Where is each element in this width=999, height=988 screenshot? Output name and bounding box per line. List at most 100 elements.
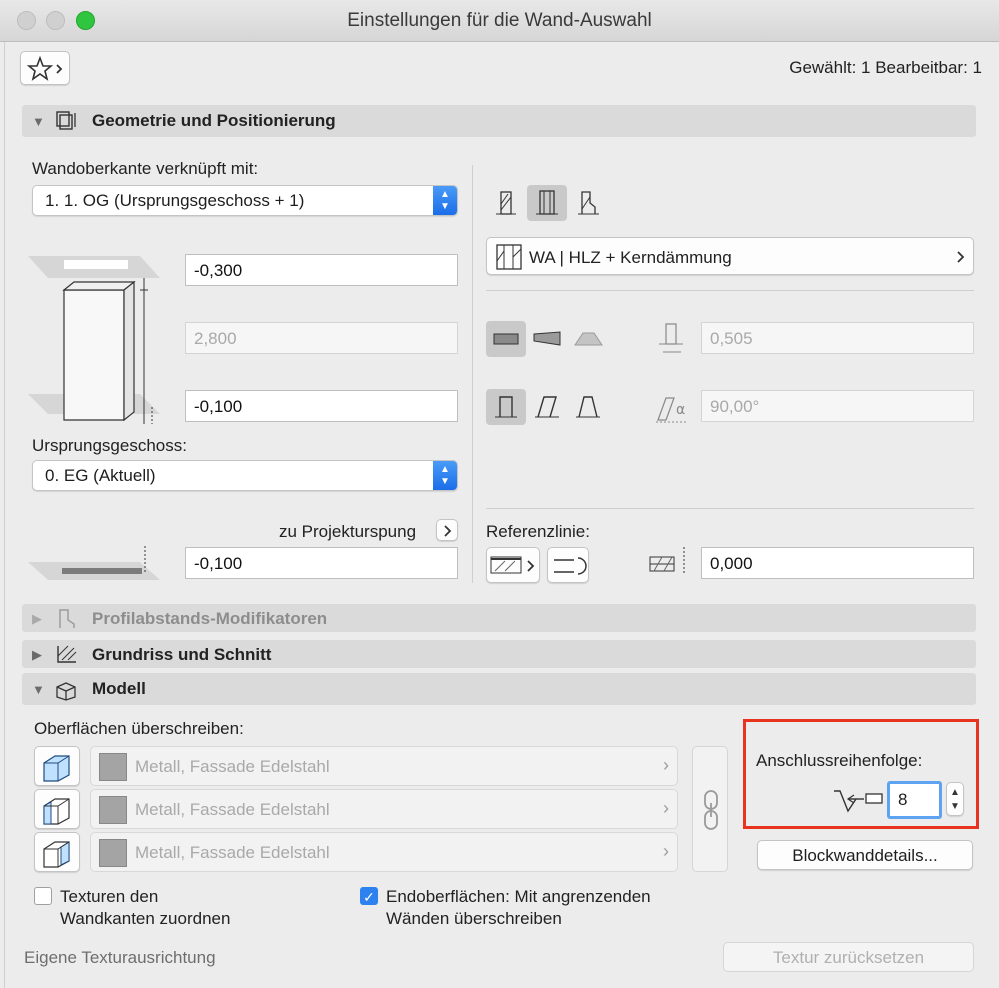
material-swatch <box>99 753 127 781</box>
ref-line-flip-button[interactable] <box>547 547 589 583</box>
material-name: Metall, Fassade Edelstahl <box>135 843 330 862</box>
reference-line-icon <box>490 556 535 574</box>
bottom-offset-field[interactable]: -0,100 <box>185 390 458 422</box>
project-origin-label: zu Projekturspung <box>279 522 417 541</box>
selection-info: Gewählt: 1 Bearbeitbar: 1 <box>789 58 982 77</box>
section-label: Modell <box>92 679 146 698</box>
section-label: Geometrie und Positionierung <box>92 111 336 130</box>
end-surfaces-line2: Wänden überschreiben <box>386 909 562 928</box>
thickness-field[interactable]: 0,505 <box>701 322 974 354</box>
surface-link-button[interactable] <box>692 746 728 872</box>
slanted-profile-icon <box>535 396 559 418</box>
cube-reference-icon <box>43 755 70 782</box>
material-name: Metall, Fassade Edelstahl <box>135 757 330 776</box>
star-icon <box>26 55 63 81</box>
texture-edges-checkbox[interactable] <box>34 887 52 905</box>
surface-material-row[interactable]: Metall, Fassade Edelstahl › <box>90 789 678 829</box>
profile-slanted-button[interactable] <box>527 389 567 425</box>
composite-structure-icon <box>496 244 522 270</box>
select-arrows-icon: ▲ ▼ <box>433 186 457 215</box>
double-slanted-profile-icon <box>576 396 600 418</box>
top-offset-field[interactable]: -0,300 <box>185 254 458 286</box>
home-story-value: 0. EG (Aktuell) <box>45 466 156 485</box>
flip-direction-icon <box>554 557 587 575</box>
wall-height-diagram <box>28 256 160 424</box>
profile-double-slanted-button[interactable] <box>568 389 608 425</box>
profile-wall-icon <box>578 191 599 215</box>
top-linked-label: Wandoberkante verknüpft mit: <box>32 159 259 178</box>
svg-text:α: α <box>676 402 685 418</box>
column-divider <box>472 165 473 583</box>
window-title: Einstellungen für die Wand-Auswahl <box>347 10 652 31</box>
straight-geometry-icon <box>493 333 519 345</box>
polygon-geometry-icon <box>574 332 603 346</box>
title-bar: Einstellungen für die Wand-Auswahl <box>0 0 999 42</box>
project-origin-toggle[interactable] <box>436 519 458 541</box>
connection-order-field[interactable]: 8 <box>887 781 942 819</box>
section-label: Grundriss und Schnitt <box>92 645 272 664</box>
cube-opposite-icon <box>43 841 70 868</box>
expand-triangle-icon: ▶ <box>32 647 42 662</box>
chain-link-icon <box>704 790 718 830</box>
profile-modifier-icon <box>59 609 75 628</box>
favorites-button[interactable] <box>20 51 70 85</box>
vertical-profile-icon <box>495 396 517 418</box>
chevron-right-icon: › <box>663 798 669 818</box>
end-surfaces-line1: Endoberflächen: Mit angrenzenden <box>386 887 651 906</box>
override-surfaces-label: Oberflächen überschreiben: <box>34 719 244 738</box>
stepper-arrows-icon: ▲ ▼ <box>950 787 960 812</box>
wall-type-straight-button[interactable] <box>486 185 526 221</box>
surface-opposite-button[interactable] <box>34 832 80 872</box>
wall-junction-icon <box>834 790 883 813</box>
top-linked-value: 1. 1. OG (Ursprungsgeschoss + 1) <box>45 191 305 210</box>
texture-edges-label: Texturen den Wandkanten zuordnen <box>60 886 230 930</box>
wall-type-profile-button[interactable] <box>568 185 608 221</box>
ref-line-label: Referenzlinie: <box>486 522 590 541</box>
home-story-label: Ursprungsgeschoss: <box>32 436 187 455</box>
end-surfaces-label: Endoberflächen: Mit angrenzenden Wänden … <box>386 886 651 930</box>
right-divider-2 <box>486 508 974 509</box>
wall-geometry-straight-button[interactable] <box>486 321 526 357</box>
surface-reference-button[interactable] <box>34 746 80 786</box>
section-model[interactable]: ▼ Modell <box>22 673 976 705</box>
right-divider <box>486 290 974 291</box>
cube-edge-icon <box>43 798 70 825</box>
angle-field[interactable]: 90,00° <box>701 390 974 422</box>
project-origin-diagram <box>28 546 160 580</box>
top-linked-select[interactable]: 1. 1. OG (Ursprungsgeschoss + 1) ▲ ▼ <box>32 185 458 216</box>
surface-material-row[interactable]: Metall, Fassade Edelstahl › <box>90 832 678 872</box>
material-swatch <box>99 796 127 824</box>
wall-type-composite-button[interactable] <box>527 185 567 221</box>
chevron-right-icon: › <box>663 755 669 775</box>
thickness-icon <box>659 323 683 353</box>
connection-order-stepper[interactable]: ▲ ▼ <box>946 782 964 816</box>
texture-edges-line2: Wandkanten zuordnen <box>60 909 231 928</box>
surface-edge-button[interactable] <box>34 789 80 829</box>
expand-triangle-icon: ▶ <box>32 611 42 626</box>
reset-texture-button[interactable]: Textur zurücksetzen <box>723 942 974 972</box>
end-surfaces-checkbox[interactable]: ✓ <box>360 887 378 905</box>
model-box-icon <box>56 682 76 701</box>
collapse-triangle-icon: ▼ <box>32 682 45 697</box>
ref-line-location-button[interactable] <box>486 547 540 583</box>
block-wall-details-button[interactable]: Blockwanddetails... <box>757 840 973 870</box>
section-geometry[interactable]: ▼ Geometrie und Positionierung <box>22 105 976 137</box>
connection-order-label: Anschlussreihenfolge: <box>756 751 923 770</box>
section-floorplan[interactable]: ▶ Grundriss und Schnitt <box>22 640 976 668</box>
wall-geometry-polygon-button[interactable] <box>568 321 608 357</box>
surface-material-row[interactable]: Metall, Fassade Edelstahl › <box>90 746 678 786</box>
ref-offset-icon <box>649 547 685 575</box>
composite-selector[interactable]: WA | HLZ + Kerndämmung <box>486 237 974 275</box>
section-label: Profilabstands-Modifikatoren <box>92 609 328 628</box>
home-story-select[interactable]: 0. EG (Aktuell) ▲ ▼ <box>32 460 458 491</box>
profile-straight-button[interactable] <box>486 389 526 425</box>
collapse-triangle-icon: ▼ <box>32 114 45 129</box>
texture-edges-line1: Texturen den <box>60 887 159 906</box>
wall-geometry-trapezoid-button[interactable] <box>527 321 567 357</box>
height-field[interactable]: 2,800 <box>185 322 458 354</box>
ref-offset-field[interactable]: 0,000 <box>701 547 974 579</box>
section-profile-modifiers[interactable]: ▶ Profilabstands-Modifikatoren <box>22 604 976 632</box>
material-name: Metall, Fassade Edelstahl <box>135 800 330 819</box>
composite-name: WA | HLZ + Kerndämmung <box>529 248 732 267</box>
project-origin-field[interactable]: -0,100 <box>185 547 458 579</box>
